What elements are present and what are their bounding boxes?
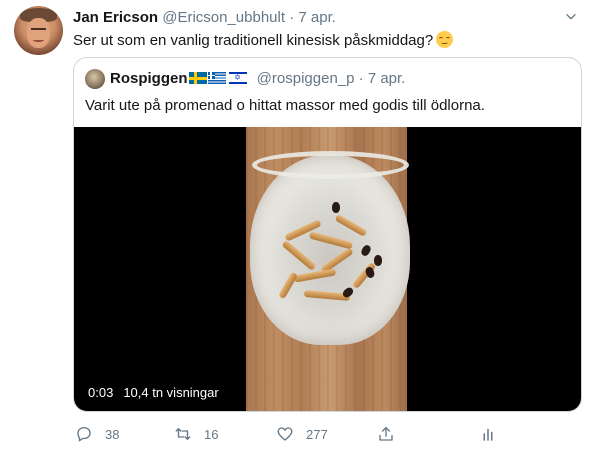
reply-icon: [77, 426, 91, 442]
analytics-icon: [483, 428, 493, 441]
video-frame-jar-rim: [252, 151, 409, 179]
video-views: 10,4 tn visningar: [123, 385, 219, 400]
retweet-icon: [175, 428, 191, 440]
avatar[interactable]: [14, 6, 63, 55]
sweden-flag-icon: [188, 72, 207, 84]
separator-dot: ·: [289, 9, 295, 26]
relieved-face-emoji-icon: [436, 31, 454, 48]
share-icon: [379, 426, 393, 441]
quoted-separator-dot: ·: [358, 70, 364, 87]
analytics-button[interactable]: [479, 424, 497, 444]
quoted-avatar[interactable]: [85, 69, 105, 89]
avatar-face: [27, 18, 50, 48]
video-duration: 0:03: [88, 385, 114, 400]
chevron-down-icon[interactable]: [564, 10, 578, 24]
quoted-timestamp[interactable]: 7 apr.: [368, 70, 406, 87]
heart-icon: [277, 427, 293, 441]
reply-count: 38: [105, 426, 120, 442]
timestamp[interactable]: 7 apr.: [298, 9, 336, 26]
tweet-header: Jan Ericson @Ericson_ubbhult · 7 apr.: [73, 9, 336, 27]
quoted-author-name[interactable]: Rospiggen: [110, 70, 188, 87]
tweet-text: Ser ut som en vanlig traditionell kinesi…: [73, 32, 434, 49]
share-button[interactable]: [377, 424, 395, 444]
quoted-tweet-header: Rospiggen ✡ @rospiggen_p · 7 apr.: [110, 70, 405, 88]
author-name[interactable]: Jan Ericson: [73, 9, 158, 26]
reply-button[interactable]: 38: [75, 424, 119, 444]
tweet-text-container: Ser ut som en vanlig traditionell kinesi…: [73, 31, 454, 51]
avatar-mouth: [33, 38, 44, 42]
author-handle[interactable]: @Ericson_ubbhult: [162, 9, 285, 26]
retweet-button[interactable]: 16: [174, 424, 218, 444]
avatar-eyes: [31, 28, 46, 31]
like-button[interactable]: 277: [276, 424, 328, 444]
tweet-actions: 38 16 277: [73, 424, 573, 444]
like-count: 277: [306, 426, 328, 442]
video-player[interactable]: 0:03 10,4 tn visningar: [74, 127, 581, 411]
israel-flag-icon: ✡: [228, 72, 247, 84]
greece-flag-icon: [207, 72, 226, 84]
retweet-count: 16: [204, 426, 219, 442]
video-info: 0:03 10,4 tn visningar: [88, 385, 219, 401]
quoted-tweet[interactable]: Rospiggen ✡ @rospiggen_p · 7 apr. Varit u…: [73, 57, 582, 412]
video-frame-jar-contents: [264, 197, 394, 317]
tweet[interactable]: Jan Ericson @Ericson_ubbhult · 7 apr. Se…: [0, 0, 592, 453]
quoted-author-handle[interactable]: @rospiggen_p: [257, 70, 355, 87]
quoted-tweet-text: Varit ute på promenad o hittat massor me…: [85, 97, 485, 114]
